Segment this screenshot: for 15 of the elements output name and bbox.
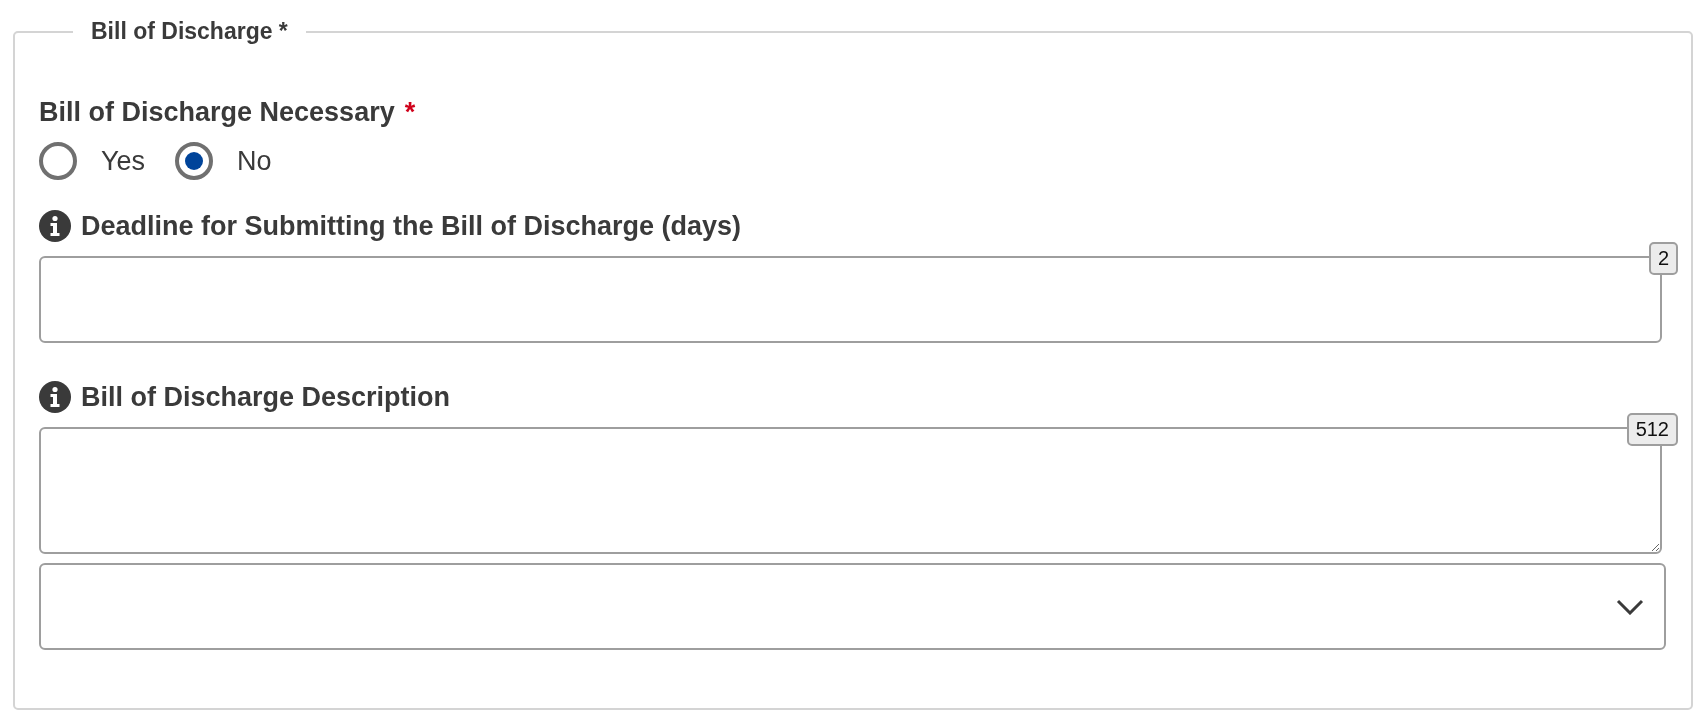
field-label: Bill of Discharge Necessary [39,97,395,128]
info-icon[interactable] [39,381,71,413]
character-counter: 512 [1626,413,1678,446]
field-label: Deadline for Submitting the Bill of Discharge (days) [81,210,742,242]
info-icon[interactable] [39,210,71,242]
radio-button[interactable] [39,142,77,180]
character-counter: 2 [1648,242,1678,275]
dropdown-field[interactable] [39,563,1666,650]
radio-label[interactable]: No [237,145,272,177]
required-mark: * [404,97,416,128]
radio-label[interactable]: Yes [101,145,146,177]
radio-button[interactable] [175,142,214,180]
chevron-down-icon [1616,598,1644,615]
section-title: Bill of Discharge * [90,18,289,45]
field-label: Bill of Discharge Description [81,381,451,413]
